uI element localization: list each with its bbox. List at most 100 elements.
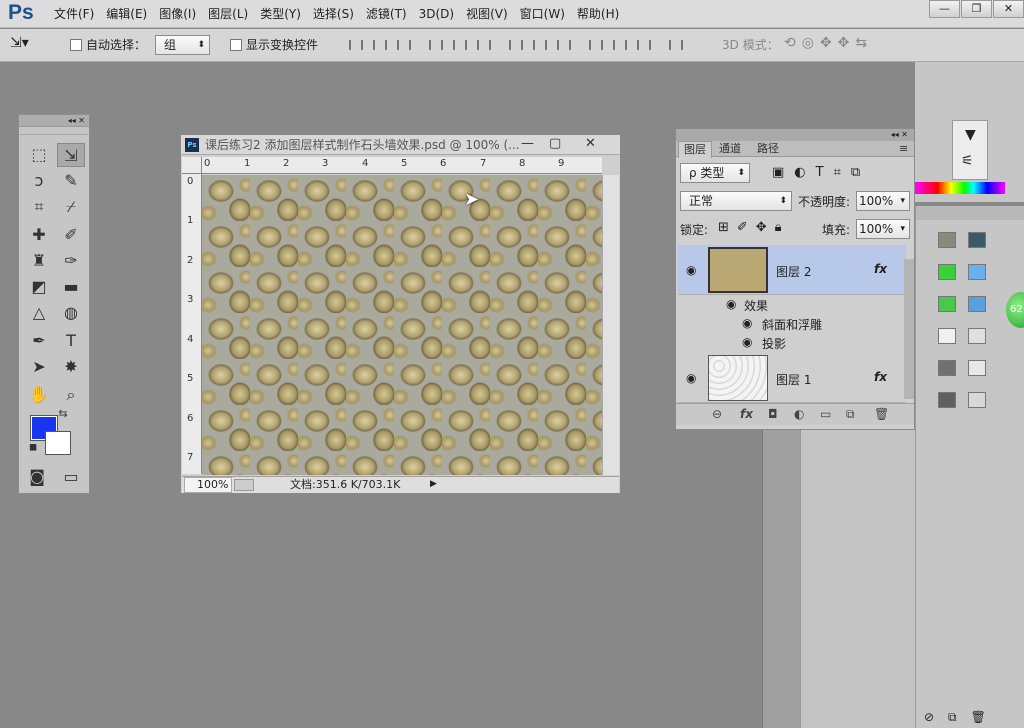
bevel-eye-icon[interactable]: ◉ [742,316,752,330]
menu-3d[interactable]: 3D(D) [413,0,460,28]
new-group-icon[interactable]: ▭ [820,407,831,421]
move-tool-preset-icon[interactable]: ⇲▾ [10,35,29,51]
screen-mode-icon[interactable]: ▭ [57,465,85,489]
type-tool-icon[interactable]: T [57,329,85,353]
move-tool-icon[interactable]: ⇲ [57,143,85,167]
menu-image[interactable]: 图像(I) [153,0,202,28]
add-style-fx-icon[interactable]: fx [740,407,753,421]
layers-scrollbar[interactable] [904,259,914,399]
shape-tool-icon[interactable]: ✸ [57,355,85,379]
close-icon[interactable]: ✕ [993,0,1024,18]
tab-layers[interactable]: 图层 [678,141,712,158]
effect-drop-shadow[interactable]: 投影 [762,335,786,352]
align-top-icon[interactable] [346,38,363,52]
style-swatch[interactable] [968,264,986,280]
style-swatch[interactable] [938,296,956,312]
add-mask-icon[interactable]: ◘ [768,407,778,421]
distribute-hcenter-icon[interactable] [610,38,627,52]
background-color-swatch[interactable] [45,431,71,455]
distribute-top-icon[interactable] [506,38,523,52]
ruler-origin[interactable] [182,157,202,174]
style-swatch[interactable] [938,328,956,344]
style-swatch[interactable] [968,360,986,376]
fill-field[interactable]: 100% ▾ [856,219,910,239]
menu-view[interactable]: 视图(V) [460,0,514,28]
default-colors-icon[interactable]: ◼ [25,441,41,455]
tool-popup[interactable]: ▼ ⚟ [952,120,988,180]
layer-filter-dropdown[interactable]: ρ 类型 ⬍ [680,163,750,183]
menu-help[interactable]: 帮助(H) [571,0,625,28]
style-swatch[interactable] [968,232,986,248]
menu-type[interactable]: 类型(Y) [254,0,307,28]
style-swatch[interactable] [938,264,956,280]
menu-window[interactable]: 窗口(W) [514,0,571,28]
style-swatch[interactable] [968,296,986,312]
style-swatch[interactable] [968,392,986,408]
effect-bevel-emboss[interactable]: 斜面和浮雕 [762,316,822,333]
distribute-left-icon[interactable] [586,38,603,52]
doc-close-icon[interactable]: ✕ [585,135,596,153]
dodge-tool-icon[interactable]: ◍ [57,301,85,325]
gradient-tool-icon[interactable]: ▬ [57,275,85,299]
layer-2-fx-icon[interactable]: fx [874,262,887,276]
blend-mode-dropdown[interactable]: 正常 ⬍ [680,191,792,211]
swap-colors-icon[interactable]: ⇆ [55,407,71,421]
clone-stamp-tool-icon[interactable]: ♜ [25,249,53,273]
style-swatch[interactable] [938,232,956,248]
style-swatch[interactable] [938,392,956,408]
menu-filter[interactable]: 滤镜(T) [360,0,413,28]
distribute-right-icon[interactable] [634,38,651,52]
blur-tool-icon[interactable]: △ [25,301,53,325]
layer-row-1[interactable]: ◉ 图层 1 fx [678,353,906,403]
layer-row-2[interactable]: ◉ 图层 2 fx [678,245,906,295]
effects-eye-icon[interactable]: ◉ [726,297,736,311]
restore-icon[interactable]: ❐ [961,0,992,18]
link-layers-icon[interactable]: ⊖ [712,407,722,421]
crop-tool-icon[interactable]: ⌗ [25,195,53,219]
show-transform-checkbox[interactable]: 显示变换控件 [230,37,318,53]
layer-1-fx-icon[interactable]: fx [874,370,887,384]
healing-brush-tool-icon[interactable]: ✚ [25,223,53,247]
lasso-tool-icon[interactable]: ↄ [25,169,53,193]
layers-panel-collapse-icon[interactable]: ◂◂ ✕ [676,129,914,141]
distribute-vcenter-icon[interactable] [530,38,547,52]
color-spectrum-bar[interactable] [915,182,1005,194]
brush-tool-icon[interactable]: ✐ [57,223,85,247]
delete-layer-icon[interactable]: 🗑︎ [874,407,889,421]
align-right-icon[interactable] [474,38,491,52]
vertical-ruler[interactable]: 0 1 2 3 4 5 6 7 [182,174,202,474]
3d-mode-icons[interactable]: ⟲◎✥✥⇆ [784,35,873,51]
eye-icon[interactable]: ◉ [686,371,696,385]
align-vcenter-icon[interactable] [370,38,387,52]
menu-edit[interactable]: 编辑(E) [100,0,153,28]
status-menu-icon[interactable] [234,479,254,491]
lock-icons[interactable]: ⊞✐✥🔒︎ [718,220,790,235]
eraser-tool-icon[interactable]: ◩ [25,275,53,299]
doc-maximize-icon[interactable]: ▢ [549,135,561,153]
tools-grip[interactable] [19,127,89,135]
style-swatch[interactable] [938,360,956,376]
pen-tool-icon[interactable]: ✒ [25,329,53,353]
align-left-icon[interactable] [426,38,443,52]
styles-footer-icons[interactable]: ⊘⧉🗑︎ [924,710,1000,725]
adjustment-layer-icon[interactable]: ◐ [794,407,804,421]
menu-file[interactable]: 文件(F) [48,0,100,28]
menu-select[interactable]: 选择(S) [307,0,360,28]
auto-align-icon[interactable] [666,38,683,52]
align-hcenter-icon[interactable] [450,38,467,52]
doc-minimize-icon[interactable]: — [521,135,534,153]
hand-tool-icon[interactable]: ✋ [25,383,53,407]
document-scrollbar[interactable] [602,175,619,475]
stone-wall-canvas[interactable]: ➤ [202,175,602,475]
eye-icon[interactable]: ◉ [686,263,696,277]
status-arrow-icon[interactable]: ▶ [430,479,437,489]
quick-select-tool-icon[interactable]: ✎ [57,169,85,193]
minimize-icon[interactable]: — [929,0,960,18]
marquee-tool-icon[interactable]: ⬚ [25,143,53,167]
eyedropper-tool-icon[interactable]: ⌿ [57,195,85,219]
auto-select-checkbox[interactable]: 自动选择： [70,37,146,53]
tab-channels[interactable]: 通道 [714,141,746,157]
style-swatch[interactable] [968,328,986,344]
zoom-tool-icon[interactable]: ⌕ [57,383,85,407]
auto-select-dropdown[interactable]: 组 ⬍ [155,35,210,55]
